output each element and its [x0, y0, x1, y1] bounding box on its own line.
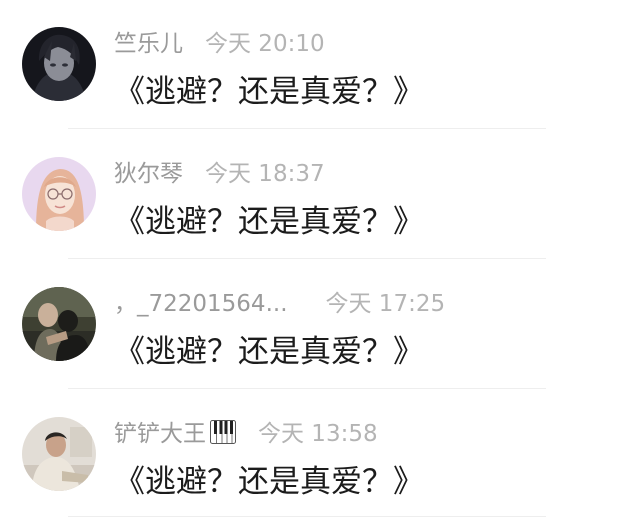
- comment-text: 《逃避？还是真爱？》: [114, 464, 424, 500]
- username[interactable]: ，_72201564...: [114, 291, 288, 317]
- divider: [68, 258, 546, 259]
- username[interactable]: 狄尔琴: [114, 161, 183, 187]
- comment-text: 《逃避？还是真爱？》: [114, 74, 424, 110]
- avatar[interactable]: [22, 27, 96, 101]
- comment-item[interactable]: 竺乐儿 今天 20:10 《逃避？还是真爱？》: [0, 0, 640, 130]
- glasses-girl-avatar: [22, 157, 96, 231]
- comment-text: 《逃避？还是真爱？》: [114, 334, 424, 370]
- avatar[interactable]: [22, 417, 96, 491]
- username[interactable]: 铲铲大王: [114, 421, 206, 447]
- divider: [68, 388, 546, 389]
- comment-item[interactable]: 狄尔琴 今天 18:37 《逃避？还是真爱？》: [0, 130, 640, 260]
- timestamp: 今天 17:25: [325, 291, 446, 317]
- comment-item[interactable]: 铲铲大王 今天 13:58 《逃避？还是真爱？》: [0, 390, 640, 520]
- username[interactable]: 竺乐儿: [114, 31, 183, 57]
- timestamp: 今天 18:37: [205, 161, 325, 187]
- piano-icon: [210, 420, 236, 448]
- timestamp: 今天 20:10: [205, 31, 325, 57]
- divider: [68, 128, 546, 129]
- sitting-person-photo-avatar: [22, 417, 96, 491]
- divider: [68, 516, 546, 517]
- comment-list: 竺乐儿 今天 20:10 《逃避？还是真爱？》 狄尔琴 今天 18:37 《逃避？还…: [0, 0, 640, 529]
- dark-anime-boy-avatar: [22, 27, 96, 101]
- comment-item[interactable]: ，_72201564... 今天 17:25 《逃避？还是真爱？》: [0, 260, 640, 390]
- avatar[interactable]: [22, 157, 96, 231]
- timestamp: 今天 13:58: [258, 421, 378, 447]
- comment-text: 《逃避？还是真爱？》: [114, 204, 424, 240]
- avatar[interactable]: [22, 287, 96, 361]
- couple-photo-avatar: [22, 287, 96, 361]
